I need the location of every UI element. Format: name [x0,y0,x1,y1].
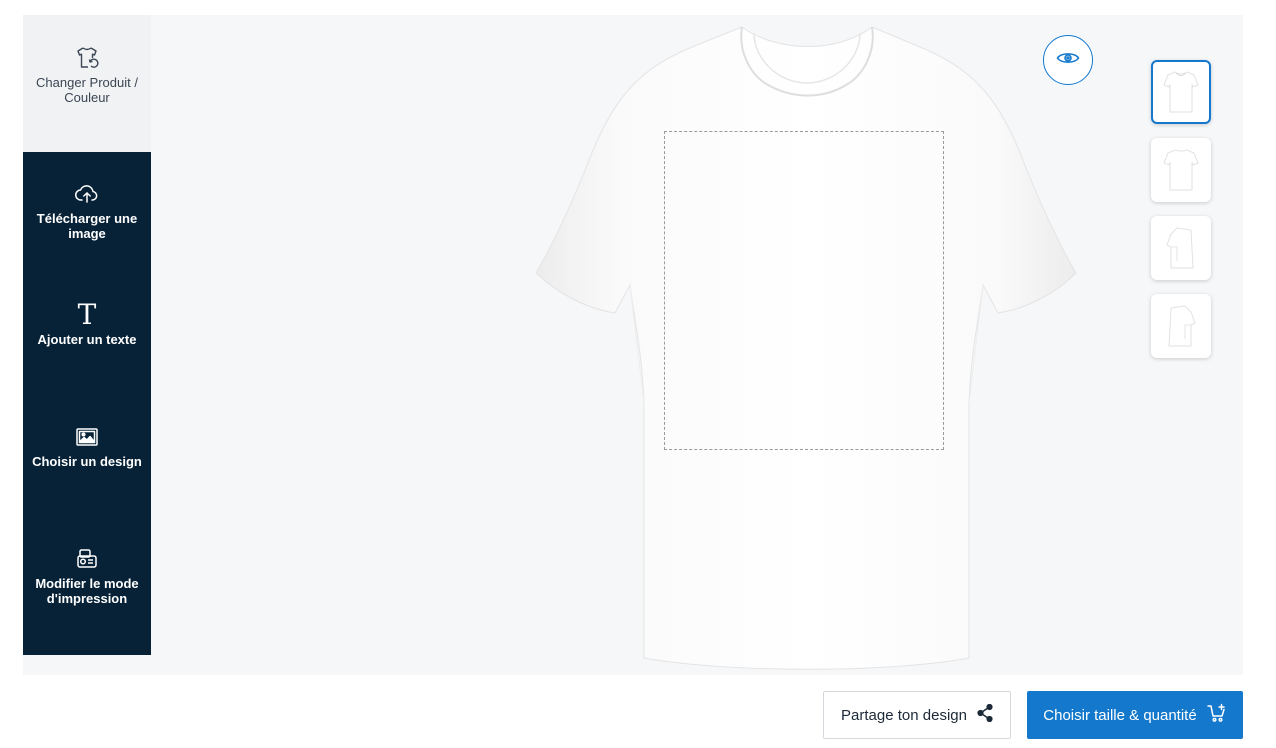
image-gallery-icon [74,424,100,450]
svg-text:T: T [78,300,97,330]
view-thumb-back[interactable] [1151,138,1211,202]
view-thumb-right-sleeve[interactable] [1151,294,1211,358]
tshirt-right-thumb [1168,305,1196,347]
cloud-upload-icon [74,181,100,207]
print-mode-label: Modifier le mode d'impression [35,576,139,606]
print-mode-button[interactable]: Modifier le mode d'impression [23,546,151,606]
add-text-button[interactable]: T Ajouter un texte [23,300,151,347]
tool-sidebar: Changer Produit / Couleur Télécharger un… [23,15,151,655]
upload-image-button[interactable]: Télécharger une image [23,181,151,241]
share-icon [977,703,993,726]
share-design-button[interactable]: Partage ton design [823,691,1011,739]
eye-icon [1056,50,1080,71]
change-product-button[interactable]: Changer Produit / Couleur [23,15,151,152]
choose-size-quantity-label: Choisir taille & quantité [1043,706,1197,724]
choose-size-quantity-button[interactable]: Choisir taille & quantité [1027,691,1243,739]
tshirt-front-thumb [1163,71,1199,113]
preview-button[interactable] [1043,35,1093,85]
share-design-label: Partage ton design [841,706,967,724]
change-product-label: Changer Produit / Couleur [36,75,138,105]
cart-icon [1206,703,1227,727]
tshirt-left-thumb [1166,227,1194,269]
tshirt-swap-icon [74,45,100,71]
printer-icon [74,546,100,572]
choose-design-button[interactable]: Choisir un design [23,424,151,469]
print-area[interactable] [664,131,944,450]
add-text-label: Ajouter un texte [37,332,137,347]
editor-canvas: Changer Produit / Couleur Télécharger un… [23,15,1243,675]
view-thumb-left-sleeve[interactable] [1151,216,1211,280]
tshirt-back-thumb [1163,149,1199,191]
text-icon: T [74,300,100,330]
view-thumb-front[interactable] [1151,60,1211,124]
upload-image-label: Télécharger une image [36,211,138,241]
choose-design-label: Choisir un design [32,454,142,469]
